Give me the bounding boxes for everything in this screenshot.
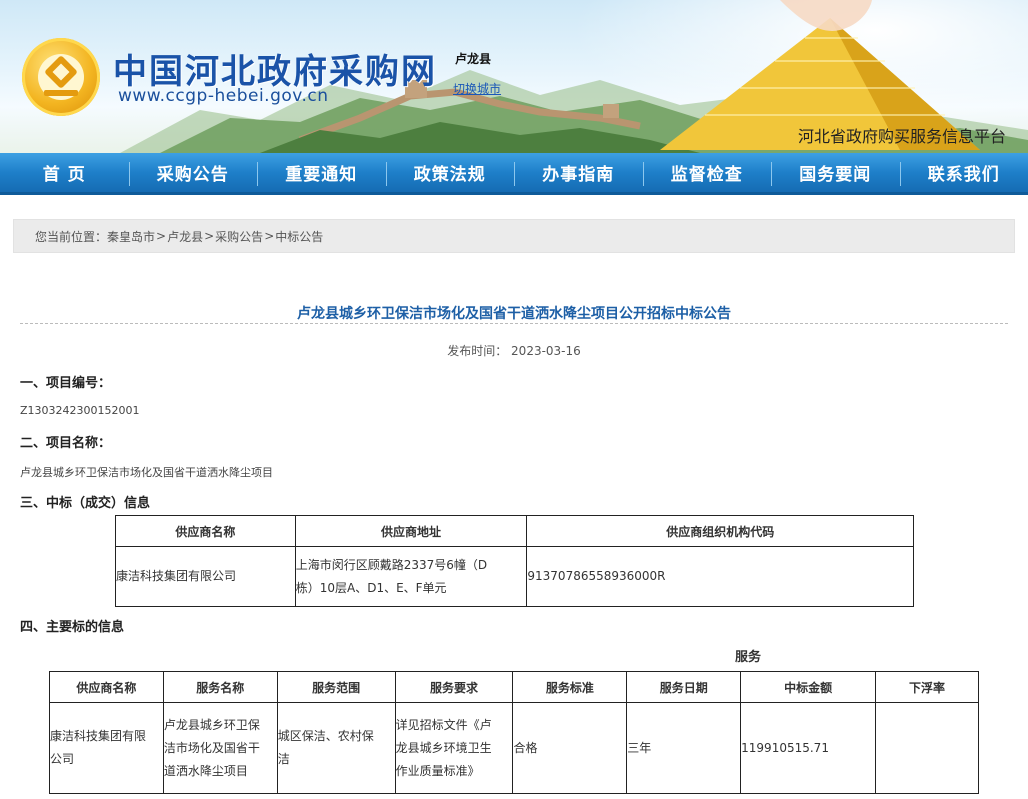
service-scope-cell: 城区保洁、农村保 洁 <box>276 702 396 794</box>
breadcrumb-city[interactable]: 秦皇岛市 <box>107 228 155 245</box>
breadcrumb-prefix: 您当前位置： <box>35 229 108 244</box>
supplier-name-cell: 康洁科技集团有限公司 <box>115 546 296 607</box>
cell-line: 道洒水降尘项目 <box>163 763 248 778</box>
project-name: 卢龙县城乡环卫保洁市场化及国省干道洒水降尘项目 <box>20 466 273 479</box>
service-table: 供应商名称 服务名称 服务范围 服务要求 服务标准 服务日期 中标金额 下浮率 … <box>49 671 979 794</box>
title-divider <box>20 323 1008 324</box>
table-header: 供应商名称 <box>115 515 296 547</box>
nav-contact[interactable]: 联系我们 <box>899 153 1028 192</box>
site-logo[interactable] <box>22 38 100 116</box>
service-date-cell: 三年 <box>626 702 742 794</box>
cell-line: 公司 <box>50 752 75 766</box>
cell-line: 卢龙县城乡环卫保 <box>163 717 260 732</box>
project-number-heading: 一、项目编号： <box>20 376 112 391</box>
table-header: 供应商地址 <box>294 515 528 547</box>
table-header: 下浮率 <box>875 671 979 703</box>
cell-line: 龙县城乡环境卫生 <box>395 740 492 755</box>
supplier-name-cell: 康洁科技集团有限 公司 <box>49 702 164 794</box>
supplier-address-cell: 上海市闵行区顾戴路2337号6幢（D 栋）10层A、D1、E、F单元 <box>294 546 528 607</box>
cell-line: 洁 <box>277 752 290 766</box>
table-header-row: 供应商名称 服务名称 服务范围 服务要求 服务标准 服务日期 中标金额 下浮率 <box>49 671 979 703</box>
award-table: 供应商名称 供应商地址 供应商组织机构代码 康洁科技集团有限公司 上海市闵行区顾… <box>115 515 914 607</box>
project-name-heading: 二、项目名称： <box>20 436 112 451</box>
article-title: 卢龙县城乡环卫保洁市场化及国省干道洒水降尘项目公开招标中标公告 <box>297 306 731 322</box>
nav-guides[interactable]: 办事指南 <box>514 153 643 192</box>
award-amount-cell: 119910515.71 <box>740 702 877 794</box>
table-header-row: 供应商名称 供应商地址 供应商组织机构代码 <box>115 515 914 547</box>
publish-label: 发布时间： <box>447 344 508 358</box>
table-header: 服务日期 <box>626 671 742 703</box>
header-banner: 中国河北政府采购网 www.ccgp-hebei.gov.cn 卢龙县 切换城市… <box>0 0 1028 153</box>
discount-rate-cell <box>875 702 979 794</box>
table-header: 供应商名称 <box>49 671 164 703</box>
cell-line: 洁市场化及国省干 <box>163 740 260 755</box>
table-header: 供应商组织机构代码 <box>526 515 914 547</box>
breadcrumb-current: 中标公告 <box>275 229 324 244</box>
service-requirement-cell: 详见招标文件《卢 龙县城乡环境卫生 作业质量标准》 <box>394 702 514 794</box>
breadcrumb-county[interactable]: 卢龙县 <box>167 228 203 245</box>
nav-state-news[interactable]: 国务要闻 <box>771 153 900 192</box>
table-header: 服务范围 <box>276 671 396 703</box>
nav-home[interactable]: 首 页 <box>0 153 129 192</box>
breadcrumb-separator: > <box>204 229 215 243</box>
breadcrumb-separator: > <box>264 229 275 243</box>
table-header: 服务名称 <box>162 671 278 703</box>
publish-date-value: 2023-03-16 <box>511 344 581 358</box>
table-row: 康洁科技集团有限公司 上海市闵行区顾戴路2337号6幢（D 栋）10层A、D1、… <box>115 546 914 607</box>
address-line: 栋）10层A、D1、E、F单元 <box>295 580 447 595</box>
platform-name: 河北省政府购买服务信息平台 <box>797 127 1006 146</box>
table-header: 服务标准 <box>512 671 628 703</box>
service-table-caption: 服务 <box>735 650 762 665</box>
cell-line: 康洁科技集团有限 <box>50 729 147 743</box>
service-name-cell: 卢龙县城乡环卫保 洁市场化及国省干 道洒水降尘项目 <box>162 702 278 794</box>
cell-line: 详见招标文件《卢 <box>395 717 492 732</box>
table-header: 服务要求 <box>394 671 514 703</box>
publish-date: 发布时间： 2023-03-16 <box>0 342 1028 359</box>
breadcrumb-procurement[interactable]: 采购公告 <box>215 228 263 245</box>
org-code-cell: 91370786558936000R <box>526 546 914 607</box>
table-row: 康洁科技集团有限 公司 卢龙县城乡环卫保 洁市场化及国省干 道洒水降尘项目 城区… <box>49 702 979 794</box>
address-line: 上海市闵行区顾戴路2337号6幢（D <box>295 557 488 572</box>
main-info-heading: 四、主要标的信息 <box>20 620 125 635</box>
nav-supervision[interactable]: 监督检查 <box>642 153 772 192</box>
switch-city-link[interactable]: 切换城市 <box>453 80 501 97</box>
project-number: Z1303242300152001 <box>20 404 140 417</box>
main-nav: 首 页 采购公告 重要通知 政策法规 办事指南 监督检查 国务要闻 联系我们 <box>0 153 1028 195</box>
cell-line: 作业质量标准》 <box>395 763 480 778</box>
breadcrumb-separator: > <box>156 229 167 243</box>
table-header: 中标金额 <box>740 671 877 703</box>
current-region: 卢龙县 <box>455 52 492 66</box>
cell-line: 城区保洁、农村保 <box>277 729 374 743</box>
nav-policies[interactable]: 政策法规 <box>385 153 515 192</box>
nav-important-notices[interactable]: 重要通知 <box>257 153 386 192</box>
site-url: www.ccgp-hebei.gov.cn <box>118 86 329 106</box>
award-info-heading: 三、中标（成交）信息 <box>20 496 151 511</box>
service-standard-cell: 合格 <box>512 702 628 794</box>
nav-procurement-notices[interactable]: 采购公告 <box>128 153 258 192</box>
breadcrumb: 您当前位置： 秦皇岛市 > 卢龙县 > 采购公告 > 中标公告 <box>13 219 1015 253</box>
